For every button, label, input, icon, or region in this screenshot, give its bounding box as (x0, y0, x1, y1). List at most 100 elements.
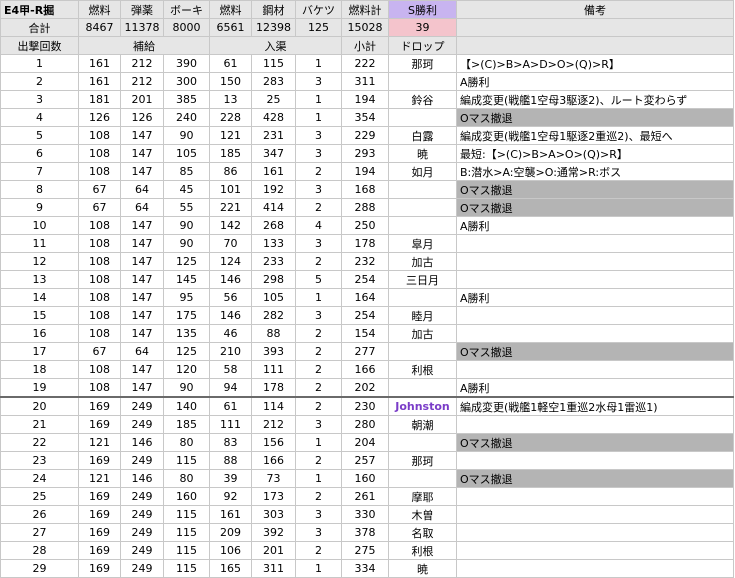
value-cell: 64 (120, 342, 164, 361)
sortie-number-cell: 21 (0, 415, 79, 434)
value-cell: 209 (209, 523, 252, 542)
value-cell: 334 (341, 559, 389, 578)
note-cell: 編成変更(戦艦1軽空1重巡2水母1雷巡1) (456, 396, 734, 416)
value-cell: 147 (120, 234, 164, 253)
total-cell: 11378 (120, 18, 164, 37)
value-cell: 61 (209, 54, 252, 73)
value-cell: 80 (163, 433, 210, 452)
subheader-row: 出撃回数 補給 入渠 小計 ドロップ (0, 36, 734, 55)
value-cell: 2 (295, 378, 342, 398)
value-cell: 311 (341, 72, 389, 91)
value-cell: 194 (341, 162, 389, 181)
value-cell: 95 (163, 288, 210, 307)
subheader-subtotal: 小計 (341, 36, 389, 55)
value-cell: 146 (209, 270, 252, 289)
value-cell: 108 (78, 324, 121, 343)
header-bauxite: ボーキ (163, 0, 210, 19)
value-cell: 121 (209, 126, 252, 145)
table-row: 18 108 147 120 58 111 2 166 利根 (0, 360, 734, 379)
value-cell: 185 (209, 144, 252, 163)
sortie-number-cell: 14 (0, 288, 79, 307)
table-row: 3 181 201 385 13 25 1 194 鈴谷 編成変更(戦艦1空母3駆逐2)、ルート変… (0, 90, 734, 109)
value-cell: 2 (295, 342, 342, 361)
value-cell: 147 (120, 162, 164, 181)
note-cell (456, 324, 734, 343)
value-cell: 249 (120, 523, 164, 542)
value-cell: 4 (295, 216, 342, 235)
drop-cell: 睦月 (388, 306, 457, 325)
value-cell: 2 (295, 198, 342, 217)
value-cell: 330 (341, 505, 389, 524)
value-cell: 121 (78, 433, 121, 452)
value-cell: 90 (163, 126, 210, 145)
drop-cell: 加古 (388, 252, 457, 271)
table-row: 2 161 212 300 150 283 3 311 A勝利 (0, 72, 734, 91)
value-cell: 249 (120, 559, 164, 578)
drop-cell: 暁 (388, 559, 457, 578)
drop-cell: 鈴谷 (388, 90, 457, 109)
value-cell: 300 (163, 72, 210, 91)
table-row: 27 169 249 115 209 392 3 378 名取 (0, 523, 734, 542)
value-cell: 204 (341, 433, 389, 452)
note-cell: A勝利 (456, 378, 734, 398)
value-cell: 80 (163, 469, 210, 488)
sortie-number-cell: 23 (0, 451, 79, 470)
value-cell: 2 (295, 360, 342, 379)
value-cell: 108 (78, 162, 121, 181)
value-cell: 169 (78, 559, 121, 578)
value-cell: 90 (163, 378, 210, 398)
sortie-number-cell: 7 (0, 162, 79, 181)
sheet-title: E4甲-R掘 (0, 0, 79, 19)
header-notes: 備考 (456, 0, 734, 19)
sortie-number-cell: 5 (0, 126, 79, 145)
value-cell: 169 (78, 415, 121, 434)
value-cell: 94 (209, 378, 252, 398)
value-cell: 70 (209, 234, 252, 253)
sortie-number-cell: 17 (0, 342, 79, 361)
value-cell: 283 (251, 72, 296, 91)
drop-cell: 加古 (388, 324, 457, 343)
sortie-number-cell: 24 (0, 469, 79, 488)
value-cell: 106 (209, 541, 252, 560)
value-cell: 108 (78, 144, 121, 163)
table-row: 20 169 249 140 61 114 2 230 Johnston 編成変更(戦艦1軽空1重… (0, 396, 734, 416)
value-cell: 161 (251, 162, 296, 181)
value-cell: 164 (341, 288, 389, 307)
table-row: 22 121 146 80 83 156 1 204 Oマス撤退 (0, 433, 734, 452)
value-cell: 147 (120, 270, 164, 289)
value-cell: 254 (341, 270, 389, 289)
drop-cell (388, 288, 457, 307)
value-cell: 146 (209, 306, 252, 325)
note-cell (456, 451, 734, 470)
value-cell: 288 (341, 198, 389, 217)
table-row: 17 67 64 125 210 393 2 277 Oマス撤退 (0, 342, 734, 361)
sortie-number-cell: 28 (0, 541, 79, 560)
value-cell: 160 (163, 487, 210, 506)
header-ammo: 弾薬 (120, 0, 164, 19)
drop-cell: 如月 (388, 162, 457, 181)
table-row: 14 108 147 95 56 105 1 164 A勝利 (0, 288, 734, 307)
sortie-number-cell: 3 (0, 90, 79, 109)
value-cell: 2 (295, 487, 342, 506)
table-row: 29 169 249 115 165 311 1 334 暁 (0, 559, 734, 578)
value-cell: 1 (295, 433, 342, 452)
value-cell: 105 (251, 288, 296, 307)
value-cell: 1 (295, 559, 342, 578)
sortie-number-cell: 9 (0, 198, 79, 217)
value-cell: 1 (295, 288, 342, 307)
value-cell: 166 (251, 451, 296, 470)
total-s-win: 39 (388, 18, 457, 37)
note-cell (456, 252, 734, 271)
note-cell (456, 487, 734, 506)
value-cell: 178 (341, 234, 389, 253)
subheader-notes (456, 36, 734, 55)
drop-cell: 那珂 (388, 54, 457, 73)
value-cell: 108 (78, 126, 121, 145)
value-cell: 114 (251, 396, 296, 416)
sortie-number-cell: 2 (0, 72, 79, 91)
value-cell: 311 (251, 559, 296, 578)
value-cell: 85 (163, 162, 210, 181)
value-cell: 169 (78, 505, 121, 524)
value-cell: 392 (251, 523, 296, 542)
value-cell: 156 (251, 433, 296, 452)
